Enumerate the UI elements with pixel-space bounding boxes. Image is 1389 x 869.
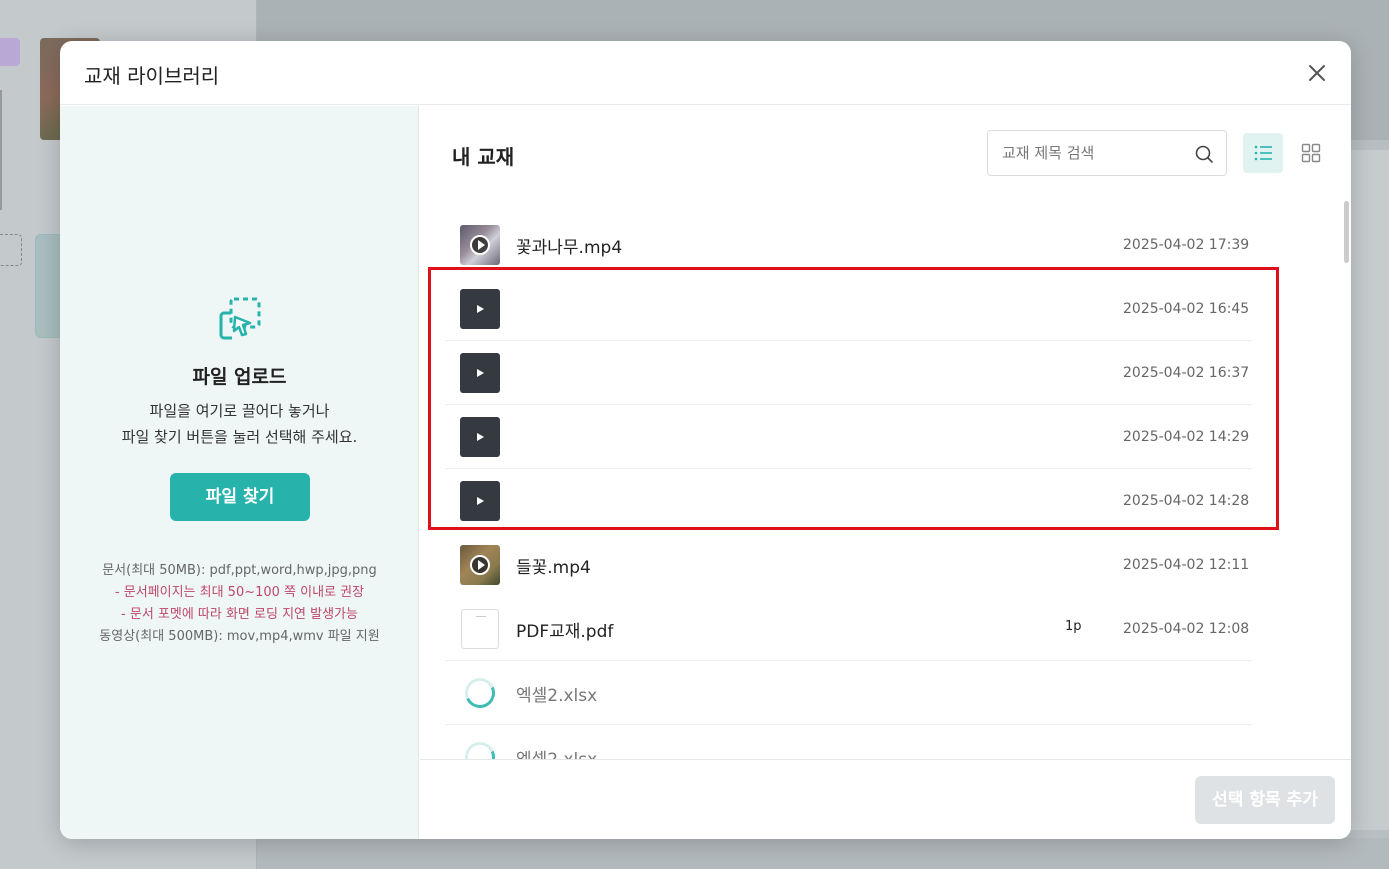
play-icon — [477, 305, 484, 313]
file-name: 꽃과나무.mp4 — [516, 238, 623, 258]
video-thumbnail — [460, 481, 500, 521]
file-row[interactable]: 엑셀2.xlsx — [445, 661, 1252, 725]
upload-title: 파일 업로드 — [192, 366, 287, 388]
add-selected-button[interactable]: 선택 항목 추가 — [1195, 776, 1335, 824]
file-date: 2025-04-02 14:29 — [1123, 429, 1250, 445]
play-icon — [477, 497, 484, 505]
video-badge-icon — [0, 38, 20, 66]
file-date: 2025-04-02 14:28 — [1123, 493, 1250, 509]
file-date: 2025-04-02 17:39 — [1123, 237, 1250, 253]
video-thumbnail — [460, 353, 500, 393]
list-view-button[interactable] — [1243, 133, 1283, 173]
file-date: 2025-04-02 16:45 — [1123, 301, 1250, 317]
upload-info: 문서(최대 50MB): pdf,ppt,word,hwp,jpg,png - … — [60, 560, 419, 648]
close-button[interactable] — [1305, 61, 1329, 85]
upload-desc-line-2: 파일 찾기 버튼을 눌러 선택해 주세요. — [121, 428, 358, 446]
play-icon — [470, 235, 490, 255]
file-date: 2025-04-02 12:11 — [1123, 557, 1250, 573]
file-row[interactable]: 꽃과나무.mp4 2025-04-02 17:39 — [445, 213, 1252, 277]
background-bottom — [257, 838, 1389, 869]
file-date: 2025-04-02 12:08 — [1123, 621, 1250, 637]
file-list: 꽃과나무.mp4 2025-04-02 17:39 2025-04-02 16:… — [445, 207, 1252, 759]
play-icon — [470, 555, 490, 575]
file-row[interactable]: PDF교재.pdf 1p 2025-04-02 12:08 — [445, 597, 1252, 661]
file-name: 엑셀2.xlsx — [516, 686, 598, 706]
file-row[interactable]: 2025-04-02 16:45 — [445, 277, 1252, 341]
grid-view-button[interactable] — [1291, 133, 1331, 173]
loading-spinner-icon — [460, 737, 500, 759]
search-input[interactable] — [1002, 131, 1192, 175]
loading-spinner-icon — [460, 673, 500, 713]
file-row[interactable]: 2025-04-02 14:29 — [445, 405, 1252, 469]
library-modal: 교재 라이브러리 파일 업로드 파일을 여기로 끌어다 놓거나 파일 찾기 버튼… — [60, 41, 1351, 839]
upload-drag-icon — [219, 297, 261, 340]
video-thumbnail — [460, 545, 500, 585]
close-icon — [1309, 65, 1325, 81]
document-thumbnail — [461, 609, 499, 649]
list-view-icon — [1254, 145, 1272, 161]
file-row[interactable]: 엑셀2.xlsx — [445, 725, 1252, 759]
grid-view-icon — [1301, 143, 1321, 163]
info-document-limit: 문서(최대 50MB): pdf,ppt,word,hwp,jpg,png — [102, 563, 377, 578]
background-dashed-box — [0, 234, 22, 266]
background-divider — [0, 90, 2, 210]
modal-footer: 선택 항목 추가 — [420, 759, 1351, 839]
file-date: 2025-04-02 16:37 — [1123, 365, 1250, 381]
library-panel: 내 교재 꽃과나무. — [420, 106, 1351, 759]
modal-title: 교재 라이브러리 — [84, 64, 220, 88]
video-thumbnail — [460, 225, 500, 265]
play-icon — [477, 433, 484, 441]
section-title: 내 교재 — [452, 145, 515, 169]
file-name: 엑셀2.xlsx — [516, 745, 597, 759]
file-row[interactable]: 2025-04-02 14:28 — [445, 469, 1252, 533]
search-box — [987, 130, 1227, 176]
modal-header: 교재 라이브러리 — [60, 41, 1351, 105]
file-row[interactable]: 2025-04-02 16:37 — [445, 341, 1252, 405]
search-icon[interactable] — [1194, 144, 1214, 164]
file-row[interactable]: 들꽃.mp4 2025-04-02 12:11 — [445, 533, 1252, 597]
upload-panel[interactable]: 파일 업로드 파일을 여기로 끌어다 놓거나 파일 찾기 버튼을 눌러 선택해 … — [60, 106, 419, 839]
file-name: PDF교재.pdf — [516, 622, 614, 642]
file-name: 들꽃.mp4 — [516, 558, 591, 578]
find-file-button[interactable]: 파일 찾기 — [170, 473, 310, 521]
info-page-warning: - 문서페이지는 최대 50~100 쪽 이내로 권장 — [114, 585, 365, 600]
info-video-limit: 동영상(최대 500MB): mov,mp4,wmv 파일 지원 — [99, 629, 380, 644]
video-thumbnail — [460, 289, 500, 329]
page-count: 1p — [1065, 619, 1082, 634]
upload-description: 파일을 여기로 끌어다 놓거나 파일 찾기 버튼을 눌러 선택해 주세요. — [60, 398, 419, 450]
background-right-panel — [1350, 150, 1389, 830]
info-format-warning: - 문서 포멧에 따라 화면 로딩 지연 발생가능 — [121, 607, 358, 622]
list-scrollbar[interactable] — [1344, 201, 1349, 263]
play-icon — [477, 369, 484, 377]
upload-desc-line-1: 파일을 여기로 끌어다 놓거나 — [149, 402, 330, 420]
video-thumbnail — [460, 417, 500, 457]
